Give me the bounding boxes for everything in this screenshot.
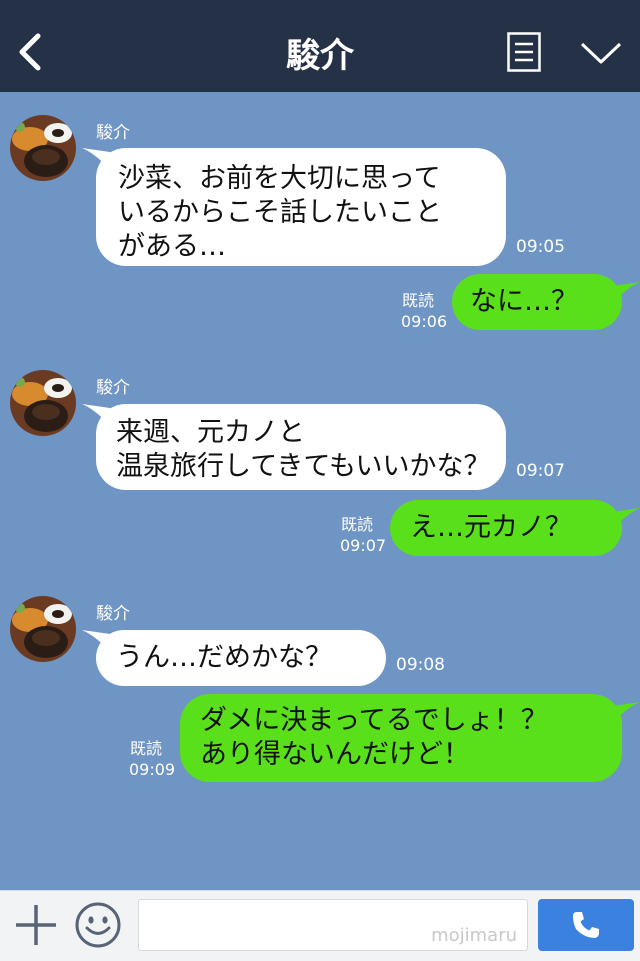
avatar[interactable] — [10, 115, 76, 181]
message-bubble[interactable]: なに…？ — [452, 274, 622, 330]
message-input[interactable]: mojimaru — [138, 899, 528, 951]
composer-bar: mojimaru — [0, 890, 640, 961]
message-time: 09:09 — [129, 760, 176, 779]
phone-icon — [573, 912, 599, 938]
bubble-tail — [612, 508, 640, 530]
call-button[interactable] — [538, 899, 634, 951]
read-receipt: 既読 — [341, 515, 374, 534]
chevron-down-icon[interactable] — [579, 40, 623, 68]
message-time: 09:07 — [340, 536, 387, 555]
bubble-tail — [612, 282, 640, 304]
chat-title: 駿介 — [286, 36, 354, 76]
message-bubble[interactable]: うん…だめかな？ — [96, 630, 386, 686]
smile-icon[interactable] — [74, 901, 122, 949]
bubble-tail — [612, 702, 640, 724]
message-time: 09:06 — [401, 312, 448, 331]
message-bubble[interactable]: え…元カノ？ — [390, 500, 622, 556]
message-bubble[interactable]: ダメに決まってるでしょ！？ あり得ないんだけど！ — [180, 694, 622, 782]
sender-name: 駿介 — [96, 123, 130, 143]
watermark-text: mojimaru — [431, 925, 517, 946]
list-icon[interactable] — [507, 32, 541, 72]
sender-name: 駿介 — [96, 604, 130, 624]
message-time: 09:08 — [396, 655, 445, 675]
message-bubble[interactable]: 来週、元カノと 温泉旅行してきてもいいかな？ — [96, 404, 506, 490]
plus-icon[interactable] — [14, 903, 58, 947]
chat-header: 駿介 — [0, 0, 640, 92]
avatar[interactable] — [10, 596, 76, 662]
sender-name: 駿介 — [96, 378, 130, 398]
message-time: 09:05 — [516, 237, 565, 257]
read-receipt: 既読 — [130, 739, 163, 758]
message-bubble[interactable]: 沙菜、お前を大切に思って いるからこそ話したいこと がある… — [96, 148, 506, 266]
read-receipt: 既読 — [402, 291, 435, 310]
message-time: 09:07 — [516, 461, 565, 481]
avatar[interactable] — [10, 370, 76, 436]
